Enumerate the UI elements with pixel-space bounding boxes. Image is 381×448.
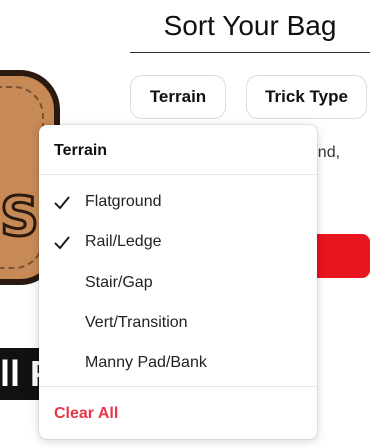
trick-type-filter-button[interactable]: Trick Type <box>246 75 367 119</box>
option-label: Manny Pad/Bank <box>85 354 207 371</box>
terrain-filter-button[interactable]: Terrain <box>130 75 226 119</box>
dropdown-header: Terrain <box>39 125 317 175</box>
page: S ll F Sort Your Bag Terrain Trick Type … <box>0 0 381 448</box>
page-title: Sort Your Bag <box>130 0 370 53</box>
dropdown-title: Terrain <box>54 142 108 159</box>
option-flatground[interactable]: Flatground <box>39 182 317 222</box>
logo-letter: S <box>0 185 40 248</box>
option-rail-ledge[interactable]: Rail/Ledge <box>39 222 317 262</box>
option-manny-pad-bank[interactable]: Manny Pad/Bank <box>39 343 317 383</box>
option-label: Vert/Transition <box>85 314 188 331</box>
option-vert-transition[interactable]: Vert/Transition <box>39 303 317 343</box>
check-icon <box>39 232 85 253</box>
option-stair-gap[interactable]: Stair/Gap <box>39 263 317 303</box>
clear-all-button[interactable]: Clear All <box>54 405 118 423</box>
option-label: Stair/Gap <box>85 274 153 291</box>
terrain-dropdown: Terrain Flatground Rail/Ledge Stair/Gap … <box>39 125 317 439</box>
check-icon <box>39 192 85 213</box>
option-label: Flatground <box>85 193 162 210</box>
dropdown-footer: Clear All <box>39 386 317 439</box>
option-label: Rail/Ledge <box>85 233 162 250</box>
